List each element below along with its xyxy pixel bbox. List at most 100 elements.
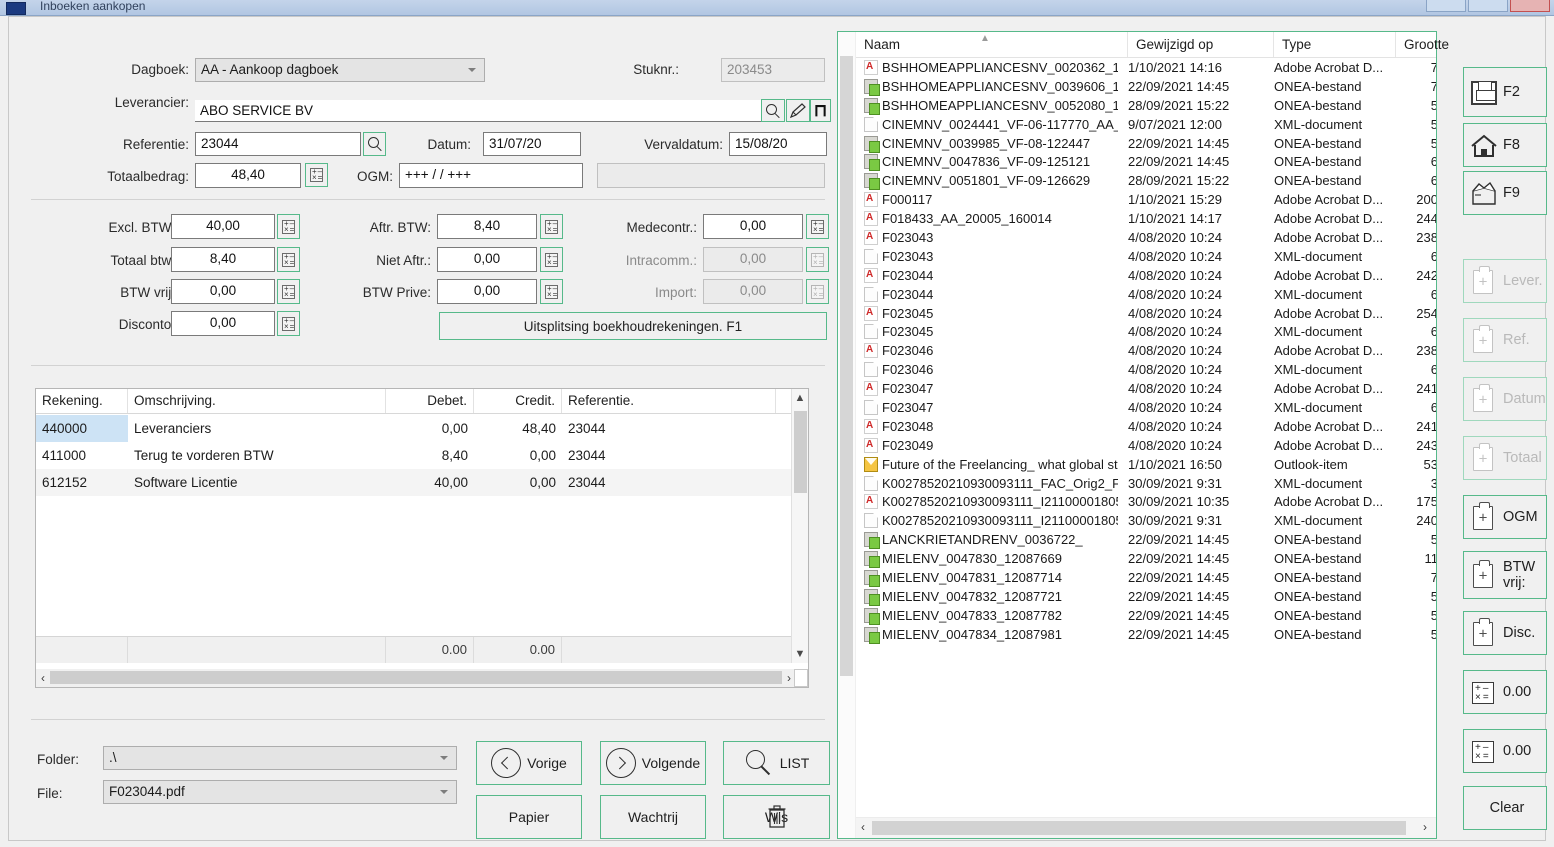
scroll-right-icon[interactable]: › <box>1418 818 1432 836</box>
totaal-btw-input[interactable]: 8,40 <box>171 247 275 272</box>
datum-input[interactable]: 31/07/20 <box>483 132 581 156</box>
explorer-col-grootte[interactable]: Grootte <box>1396 32 1456 57</box>
booking-lines-grid[interactable]: Rekening. Omschrijving. Debet. Credit. R… <box>35 388 809 688</box>
list-item[interactable]: MIELENV_0047831_12087714 22/09/2021 14:45… <box>856 568 1436 588</box>
scroll-left-icon[interactable]: ‹ <box>856 818 870 836</box>
excl-btw-input[interactable]: 40,00 <box>171 214 275 239</box>
explorer-vscroll-thumb[interactable] <box>840 56 853 676</box>
aftr-btw-input[interactable]: 8,40 <box>437 214 537 239</box>
list-item[interactable]: F018433_AA_20005_160014 1/10/2021 14:17 Ad… <box>856 209 1436 228</box>
btw-prive-input[interactable]: 0,00 <box>437 279 537 304</box>
grid-vertical-scrollbar[interactable]: ▲ ▼ <box>791 389 808 663</box>
list-item[interactable]: K00278520210930093111_FAC_Orig2_FAK214..… <box>856 474 1436 493</box>
list-item[interactable]: F023043 4/08/2020 10:24 XML-document 6 <box>856 247 1436 266</box>
intracomm-calculator-button[interactable]: +– ×= <box>806 247 829 272</box>
niet-aftr-input[interactable]: 0,00 <box>437 247 537 272</box>
toolbar-button-btw-vrij[interactable]: + BTW vrij: <box>1463 551 1547 599</box>
list-item[interactable]: F023045 4/08/2020 10:24 XML-document 6 <box>856 322 1436 341</box>
list-item[interactable]: MIELENV_0047834_12087981 22/09/2021 14:45… <box>856 625 1436 644</box>
niet-aftr-calculator-button[interactable]: +– ×= <box>540 247 563 272</box>
toolbar-button-archive[interactable]: F9 <box>1463 171 1547 215</box>
btw-vrij-input[interactable]: 0,00 <box>171 279 275 304</box>
list-item[interactable]: CINEMNV_0039985_VF-08-122447 22/09/2021 1… <box>856 134 1436 153</box>
totaal-btw-calculator-button[interactable]: +– ×= <box>277 247 300 272</box>
list-item[interactable]: F000117 1/10/2021 15:29 Adobe Acrobat D...… <box>856 190 1436 209</box>
list-item[interactable]: BSHHOMEAPPLIANCESNV_0020362_118408... 1/1… <box>856 58 1436 77</box>
file-select[interactable]: F023044.pdf <box>103 780 457 804</box>
explorer-hscroll-thumb[interactable] <box>872 821 1406 835</box>
list-item[interactable]: F023044 4/08/2020 10:24 XML-document 6 <box>856 285 1436 304</box>
grid-col-referentie[interactable]: Referentie. <box>562 389 776 413</box>
list-item[interactable]: CINEMNV_0024441_VF-06-117770_AA_21009...… <box>856 115 1436 134</box>
table-row[interactable]: 612152 Software Licentie 40,00 0,00 2304… <box>36 469 808 496</box>
grid-hscroll-thumb[interactable] <box>50 671 782 684</box>
list-item[interactable]: K00278520210930093111_I21100001805 30/09/… <box>856 492 1436 511</box>
scroll-down-icon[interactable]: ▼ <box>792 645 808 663</box>
toolbar-button-calc-1[interactable]: +– ×= 0.00 <box>1463 670 1547 714</box>
leverancier-input[interactable]: ABO SERVICE BV <box>195 100 761 122</box>
table-row[interactable]: 411000 Terug te vorderen BTW 8,40 0,00 2… <box>36 442 808 469</box>
referentie-input[interactable]: 23044 <box>195 132 361 156</box>
close-button[interactable] <box>1510 0 1550 12</box>
list-item[interactable]: F023049 4/08/2020 10:24 Adobe Acrobat D...… <box>856 436 1436 455</box>
disconto-input[interactable]: 0,00 <box>171 311 275 336</box>
scroll-up-icon[interactable]: ▲ <box>792 389 808 407</box>
list-item[interactable]: MIELENV_0047830_12087669 22/09/2021 14:45… <box>856 549 1436 569</box>
list-item[interactable]: F023046 4/08/2020 10:24 Adobe Acrobat D...… <box>856 341 1436 360</box>
list-item[interactable]: Future of the Freelancing_ what global s… <box>856 455 1436 474</box>
volgende-button[interactable]: Volgende <box>600 741 706 785</box>
list-item[interactable]: MIELENV_0047833_12087782 22/09/2021 14:45… <box>856 606 1436 625</box>
toolbar-button-home[interactable]: F8 <box>1463 123 1547 167</box>
explorer-horizontal-scrollbar[interactable]: ‹ › <box>856 817 1436 838</box>
medecontr-calculator-button[interactable]: +– ×= <box>806 214 829 239</box>
list-item[interactable]: F023043 4/08/2020 10:24 Adobe Acrobat D...… <box>856 228 1436 247</box>
list-item[interactable]: BSHHOMEAPPLIANCESNV_0039606_118412... 22/… <box>856 77 1436 96</box>
dagboek-select[interactable]: AA - Aankoop dagboek <box>195 58 485 82</box>
list-item[interactable]: K00278520210930093111_I21100001805 30/09/… <box>856 511 1436 530</box>
explorer-vertical-scrollbar[interactable] <box>838 32 856 838</box>
grid-horizontal-scrollbar[interactable]: ‹ › <box>36 669 808 687</box>
import-calculator-button[interactable]: +– ×= <box>806 279 829 304</box>
grid-vscroll-thumb[interactable] <box>794 411 807 493</box>
toolbar-button-clear[interactable]: Clear <box>1463 786 1547 830</box>
list-item[interactable]: F023048 4/08/2020 10:24 Adobe Acrobat D...… <box>856 417 1436 436</box>
minimize-button[interactable] <box>1426 0 1466 12</box>
table-row[interactable]: 440000 Leveranciers 0,00 48,40 23044 <box>36 415 808 442</box>
toolbar-button-ogm[interactable]: + OGM <box>1463 495 1547 539</box>
list-item[interactable]: CINEMNV_0051801_VF-09-126629 28/09/2021 1… <box>856 171 1436 191</box>
ogm-input[interactable]: +++ / / +++ <box>399 163 583 188</box>
leverancier-nglyph-button[interactable]: ⊓ <box>810 99 831 122</box>
btw-vrij-calculator-button[interactable]: +– ×= <box>277 279 300 304</box>
totaalbedrag-calculator-button[interactable]: +– ×= <box>305 163 328 187</box>
excl-btw-calculator-button[interactable]: +– ×= <box>277 214 300 239</box>
grid-col-rekening[interactable]: Rekening. <box>36 389 128 413</box>
list-item[interactable]: F023047 4/08/2020 10:24 Adobe Acrobat D...… <box>856 379 1436 398</box>
grid-col-debet[interactable]: Debet. <box>386 389 474 413</box>
referentie-search-button[interactable] <box>363 132 386 156</box>
list-item[interactable]: LANCKRIETANDRENV_0036722_ 22/09/2021 14:4… <box>856 530 1436 550</box>
btw-prive-calculator-button[interactable]: +– ×= <box>540 279 563 304</box>
list-item[interactable]: F023046 4/08/2020 10:24 XML-document 6 <box>856 360 1436 379</box>
toolbar-button-save[interactable]: F2 <box>1463 67 1547 117</box>
explorer-col-type[interactable]: Type <box>1274 32 1396 57</box>
maximize-button[interactable] <box>1468 0 1508 12</box>
file-explorer-panel[interactable]: Naam ▲ Gewijzigd op Type Grootte BSHHOME… <box>837 31 1449 839</box>
aftr-btw-calculator-button[interactable]: +– ×= <box>540 214 563 239</box>
explorer-col-gewijzigd[interactable]: Gewijzigd op <box>1128 32 1274 57</box>
vervaldatum-input[interactable]: 15/08/20 <box>729 132 827 156</box>
list-item[interactable]: F023047 4/08/2020 10:24 XML-document 6 <box>856 398 1436 417</box>
toolbar-button-disc[interactable]: + Disc. <box>1463 611 1547 655</box>
explorer-col-naam[interactable]: Naam <box>856 32 1128 57</box>
papier-button[interactable]: Papier <box>476 795 582 839</box>
list-item[interactable]: BSHHOMEAPPLIANCESNV_0052080_118415... 28/… <box>856 96 1436 115</box>
list-button[interactable]: LIST <box>723 741 830 785</box>
list-item[interactable]: CINEMNV_0047836_VF-09-125121 22/09/2021 1… <box>856 152 1436 172</box>
disconto-calculator-button[interactable]: +– ×= <box>277 311 300 336</box>
grid-col-credit[interactable]: Credit. <box>474 389 562 413</box>
list-item[interactable]: MIELENV_0047832_12087721 22/09/2021 14:45… <box>856 587 1436 606</box>
leverancier-edit-button[interactable] <box>786 99 810 122</box>
explorer-file-list[interactable]: BSHHOMEAPPLIANCESNV_0020362_118408... 1/1… <box>856 58 1436 816</box>
list-item[interactable]: F023044 4/08/2020 10:24 Adobe Acrobat D...… <box>856 266 1436 285</box>
wis-button[interactable]: Wis <box>723 795 830 839</box>
wachtrij-button[interactable]: Wachtrij <box>600 795 706 839</box>
